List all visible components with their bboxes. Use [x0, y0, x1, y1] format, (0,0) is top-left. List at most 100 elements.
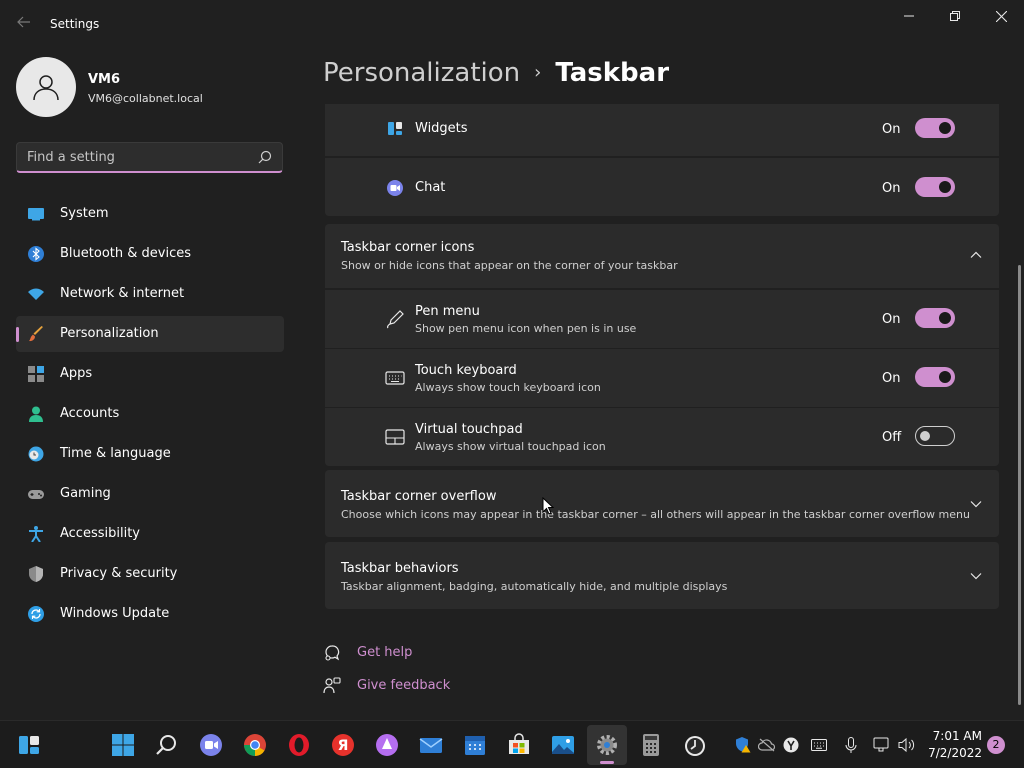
- corner-icons-header[interactable]: Taskbar corner icons Show or hide icons …: [325, 224, 999, 288]
- sidebar-item-network[interactable]: Network & internet: [16, 276, 284, 312]
- clock-app-button[interactable]: [682, 732, 708, 758]
- start-button[interactable]: [110, 732, 136, 758]
- chrome-button[interactable]: [242, 732, 268, 758]
- chevron-right-icon: ›: [534, 62, 542, 83]
- gear-icon: [597, 735, 617, 755]
- sidebar-item-windows-update[interactable]: Windows Update: [16, 596, 284, 632]
- pen-menu-toggle[interactable]: [915, 308, 955, 328]
- alarm-clock-icon: [685, 736, 705, 756]
- account-icon: [29, 406, 43, 422]
- chat-icon: [387, 180, 403, 196]
- search-input[interactable]: Find a setting: [16, 142, 283, 173]
- virtual-touchpad-toggle[interactable]: [915, 426, 955, 446]
- behaviors-card[interactable]: Taskbar behaviors Taskbar alignment, bad…: [325, 542, 999, 609]
- yandex-tray-icon[interactable]: [782, 736, 800, 754]
- sidebar-item-apps[interactable]: Apps: [16, 356, 284, 392]
- give-feedback-label[interactable]: Give feedback: [357, 678, 450, 693]
- virtual-touchpad-row: Virtual touchpad Always show virtual tou…: [325, 408, 999, 466]
- sidebar-item-label: System: [60, 206, 109, 221]
- breadcrumb-parent[interactable]: Personalization: [323, 58, 520, 88]
- alice-button[interactable]: [374, 732, 400, 758]
- chat-icon: [200, 734, 222, 756]
- shield-icon: [29, 566, 43, 582]
- widgets-label: Widgets: [415, 121, 468, 136]
- photos-button[interactable]: [550, 732, 576, 758]
- touch-keyboard-tray-icon[interactable]: [810, 736, 828, 754]
- touch-keyboard-state: On: [882, 371, 901, 386]
- calendar-button[interactable]: [462, 732, 488, 758]
- sidebar-item-label: Bluetooth & devices: [60, 246, 191, 261]
- pen-menu-title: Pen menu: [415, 304, 480, 319]
- sidebar-item-gaming[interactable]: Gaming: [16, 476, 284, 512]
- help-icon: [325, 645, 340, 661]
- onedrive-tray-icon[interactable]: [758, 736, 776, 754]
- volume-tray-icon[interactable]: [898, 736, 916, 754]
- network-tray-icon[interactable]: [873, 736, 891, 754]
- clock-date[interactable]: 7/2/2022: [926, 746, 982, 760]
- bluetooth-icon: [28, 246, 44, 262]
- chevron-down-icon[interactable]: [969, 569, 983, 583]
- gamepad-icon: [28, 490, 44, 499]
- chat-label: Chat: [415, 180, 446, 195]
- apps-icon: [28, 366, 44, 382]
- chat-row: Chat On: [325, 158, 999, 216]
- settings-taskbar-button[interactable]: [587, 725, 627, 765]
- get-help-label[interactable]: Get help: [357, 645, 412, 660]
- cloud-offline-icon: [758, 738, 776, 752]
- maximize-button[interactable]: [932, 0, 978, 32]
- teams-chat-button[interactable]: [198, 732, 224, 758]
- widgets-taskbar-button[interactable]: [16, 732, 42, 758]
- behaviors-title: Taskbar behaviors: [341, 561, 459, 576]
- widgets-state: On: [882, 122, 901, 137]
- title-bar: Settings: [0, 0, 1024, 48]
- alice-icon: [376, 734, 398, 756]
- scrollbar-thumb[interactable]: [1018, 265, 1021, 705]
- sidebar-item-label: Gaming: [60, 486, 111, 501]
- minimize-button[interactable]: [886, 0, 932, 32]
- corner-icons-title: Taskbar corner icons: [341, 240, 475, 255]
- keyboard-icon: [811, 739, 827, 751]
- avatar[interactable]: [16, 57, 76, 117]
- close-button[interactable]: [978, 0, 1024, 32]
- chevron-up-icon[interactable]: [969, 248, 983, 262]
- widgets-row: Widgets On: [325, 104, 999, 156]
- clock-time[interactable]: 7:01 AM: [930, 729, 982, 743]
- store-button[interactable]: [506, 732, 532, 758]
- chat-toggle[interactable]: [915, 177, 955, 197]
- update-icon: [28, 606, 44, 622]
- sidebar-item-bluetooth[interactable]: Bluetooth & devices: [16, 236, 284, 272]
- defender-tray-icon[interactable]: [734, 736, 752, 754]
- touch-keyboard-subtitle: Always show touch keyboard icon: [415, 381, 601, 394]
- chevron-down-icon[interactable]: [969, 497, 983, 511]
- app-title: Settings: [50, 17, 100, 31]
- yandex-browser-button[interactable]: Я: [330, 732, 356, 758]
- store-icon: [509, 733, 529, 754]
- notification-badge[interactable]: 2: [987, 736, 1005, 754]
- sidebar-item-time-language[interactable]: Time & language: [16, 436, 284, 472]
- taskbar: Я 7:01 AM 7/2/2022 2: [0, 720, 1024, 768]
- corner-overflow-card[interactable]: Taskbar corner overflow Choose which ico…: [325, 470, 999, 537]
- mail-button[interactable]: [418, 732, 444, 758]
- yandex-icon: Я: [332, 734, 354, 756]
- back-button[interactable]: [10, 12, 38, 36]
- opera-button[interactable]: [286, 732, 312, 758]
- search-icon: [156, 735, 176, 755]
- microphone-tray-icon[interactable]: [842, 736, 860, 754]
- calculator-button[interactable]: [638, 732, 664, 758]
- sidebar-item-personalization[interactable]: Personalization: [16, 316, 284, 352]
- sidebar-item-privacy[interactable]: Privacy & security: [16, 556, 284, 592]
- security-warning-icon: [736, 737, 751, 753]
- search-taskbar-button[interactable]: [154, 732, 180, 758]
- sidebar-item-system[interactable]: System: [16, 196, 284, 232]
- widgets-toggle[interactable]: [915, 118, 955, 138]
- sidebar-item-accessibility[interactable]: Accessibility: [16, 516, 284, 552]
- touch-keyboard-toggle[interactable]: [915, 367, 955, 387]
- system-icon: [28, 208, 44, 221]
- sidebar-item-label: Windows Update: [60, 606, 170, 621]
- speaker-icon: [898, 737, 915, 753]
- corner-icons-subtitle: Show or hide icons that appear on the co…: [341, 259, 678, 272]
- behaviors-subtitle: Taskbar alignment, badging, automaticall…: [341, 580, 728, 593]
- sidebar-item-accounts[interactable]: Accounts: [16, 396, 284, 432]
- corner-overflow-subtitle: Choose which icons may appear in the tas…: [341, 508, 970, 521]
- minimize-icon: [904, 15, 914, 17]
